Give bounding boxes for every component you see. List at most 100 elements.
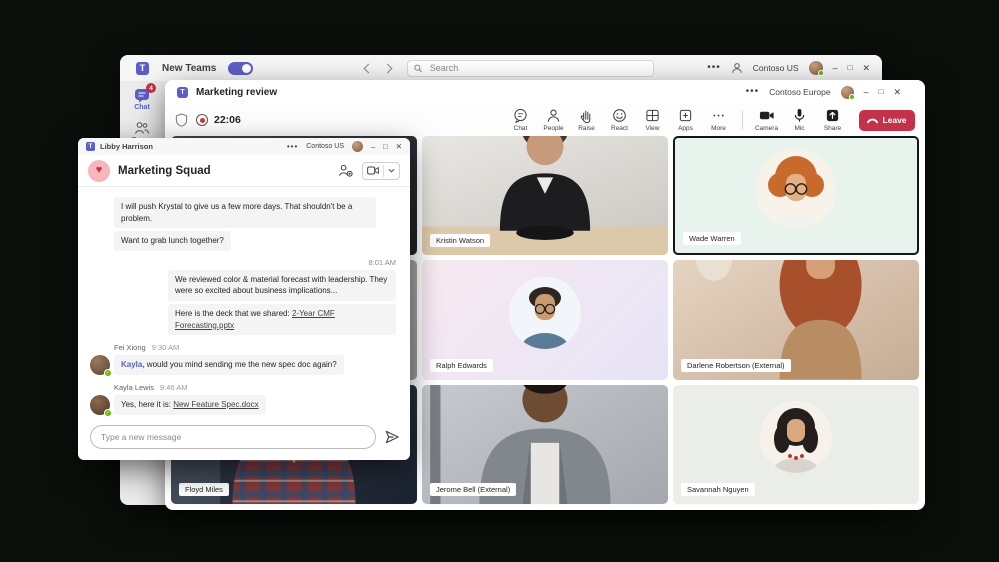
leave-phone-icon xyxy=(867,117,878,124)
meeting-apps-button[interactable]: Apps xyxy=(670,106,701,134)
more-label: More xyxy=(711,125,726,132)
search-box[interactable] xyxy=(407,60,654,77)
chat-badge: 4 xyxy=(146,83,156,93)
meeting-titlebar: T Marketing review ••• Contoso Europe – … xyxy=(165,80,925,104)
maximize-button[interactable]: □ xyxy=(848,64,853,72)
meeting-people-button[interactable]: People xyxy=(538,106,569,134)
send-icon[interactable] xyxy=(384,429,400,445)
camera-icon xyxy=(759,108,775,123)
minimize-button[interactable]: – xyxy=(864,88,869,97)
sender-name: Fei Xiong xyxy=(114,343,146,352)
video-tile-savannah-nguyen[interactable]: Savannah Nguyen xyxy=(673,385,919,504)
sender-name: Kayla Lewis xyxy=(114,383,154,392)
share-button[interactable]: Share xyxy=(817,106,848,134)
main-titlebar-right: ••• Contoso US – □ ✕ xyxy=(707,61,882,75)
message-bubble: Kayla, would you mind sending me the new… xyxy=(114,355,344,375)
participant-avatar xyxy=(509,277,581,349)
chat-titlebar: T Libby Harrison ••• Contoso US – □ ✕ xyxy=(78,138,410,155)
chat-label: Chat xyxy=(514,125,528,132)
meeting-view-button[interactable]: View xyxy=(637,106,668,134)
mic-button[interactable]: Mic xyxy=(784,106,815,134)
raise-hand-icon xyxy=(579,108,594,123)
message-row: I will push Krystal to give us a few mor… xyxy=(90,197,396,228)
meeting-title: Marketing review xyxy=(196,87,277,98)
camera-label: Camera xyxy=(755,125,778,132)
message-list: I will push Krystal to give us a few mor… xyxy=(78,187,410,419)
minimize-button[interactable]: – xyxy=(371,143,375,151)
file-link[interactable]: New Feature Spec.docx xyxy=(173,400,258,409)
person-icon[interactable] xyxy=(731,62,743,74)
sender-avatar[interactable]: ✓ xyxy=(90,355,110,375)
meeting-more-button[interactable]: More xyxy=(703,106,734,134)
participant-name: Darlene Robertson (External) xyxy=(681,359,791,372)
more-icon[interactable]: ••• xyxy=(287,143,298,151)
react-smiley-icon xyxy=(612,108,627,123)
user-avatar[interactable] xyxy=(841,86,854,99)
chat-window-user: Libby Harrison xyxy=(100,142,153,151)
user-avatar[interactable] xyxy=(809,61,823,75)
camera-button[interactable]: Camera xyxy=(751,106,782,134)
new-teams-label: New Teams xyxy=(162,63,216,74)
group-heart-avatar: ♥ xyxy=(88,160,110,182)
people-icon xyxy=(546,108,561,123)
message-row-sent: Here is the deck that we shared: 2-Year … xyxy=(90,304,396,335)
toggle-knob xyxy=(242,64,251,73)
participant-name: Kristin Watson xyxy=(430,234,490,247)
meeting-timer: 22:06 xyxy=(214,114,241,126)
video-call-button[interactable] xyxy=(362,162,400,180)
close-button[interactable]: ✕ xyxy=(893,88,901,97)
message-bubble: Here is the deck that we shared: 2-Year … xyxy=(168,304,396,335)
more-icon[interactable]: ••• xyxy=(746,87,760,97)
message-row-received: ✓ Yes, here it is: New Feature Spec.docx xyxy=(90,395,396,415)
timestamp: 8:01 AM xyxy=(90,258,396,267)
video-tile-ralph-edwards[interactable]: Ralph Edwards xyxy=(422,260,668,379)
meeting-raise-button[interactable]: Raise xyxy=(571,106,602,134)
message-row-sent: We reviewed color & material forecast wi… xyxy=(90,270,396,301)
search-input[interactable] xyxy=(428,62,648,74)
meeting-react-button[interactable]: React xyxy=(604,106,635,134)
close-button[interactable]: ✕ xyxy=(862,64,870,73)
manage-people-icon[interactable] xyxy=(338,164,353,177)
message-row: Want to grab lunch together? xyxy=(90,231,396,251)
video-tile-jerome-bell[interactable]: Jerome Bell (External) xyxy=(422,385,668,504)
message-header: Fei Xiong 9:30 AM xyxy=(90,343,396,352)
message-time: 9:30 AM xyxy=(152,343,180,352)
account-name: Contoso US xyxy=(306,143,344,150)
meeting-controls: Chat People Raise React View xyxy=(505,106,915,134)
message-time: 9:46 AM xyxy=(160,383,188,392)
participant-avatar xyxy=(756,149,836,229)
teams-logo-icon: T xyxy=(86,142,95,151)
mention[interactable]: Kayla, xyxy=(121,360,145,369)
chat-popup-window: T Libby Harrison ••• Contoso US – □ ✕ ♥ … xyxy=(78,138,410,460)
meeting-chat-button[interactable]: Chat xyxy=(505,106,536,134)
teams-logo-icon: T xyxy=(177,87,188,98)
chat-bubble-icon xyxy=(513,108,528,123)
message-row-received: ✓ Kayla, would you mind sending me the n… xyxy=(90,355,396,375)
chat-header: ♥ Marketing Squad xyxy=(78,155,410,187)
maximize-button[interactable]: □ xyxy=(879,88,884,96)
view-grid-icon xyxy=(645,108,660,123)
new-teams-toggle[interactable] xyxy=(228,62,253,75)
close-button[interactable]: ✕ xyxy=(396,143,402,151)
sender-avatar[interactable]: ✓ xyxy=(90,395,110,415)
mic-label: Mic xyxy=(794,125,804,132)
maximize-button[interactable]: □ xyxy=(383,143,388,151)
mic-icon xyxy=(792,108,807,123)
leave-button[interactable]: Leave xyxy=(859,110,915,131)
rail-item-chat[interactable]: 4 Chat xyxy=(133,87,151,111)
shield-icon xyxy=(175,113,188,127)
view-label: View xyxy=(646,125,660,132)
video-tile-kristin-watson[interactable]: Kristin Watson xyxy=(422,136,668,255)
leave-label: Leave xyxy=(882,115,906,125)
more-dots-icon xyxy=(711,108,726,123)
back-chevron-icon[interactable] xyxy=(364,63,374,73)
participant-name: Ralph Edwards xyxy=(430,359,493,372)
user-avatar[interactable] xyxy=(352,141,363,152)
video-tile-wade-warren[interactable]: Wade Warren xyxy=(673,136,919,255)
minimize-button[interactable]: – xyxy=(833,64,838,73)
video-tile-darlene-robertson[interactable]: Darlene Robertson (External) xyxy=(673,260,919,379)
forward-chevron-icon[interactable] xyxy=(383,63,393,73)
more-icon[interactable]: ••• xyxy=(707,63,721,73)
message-input[interactable] xyxy=(90,425,376,449)
toolbar-separator xyxy=(742,111,743,129)
